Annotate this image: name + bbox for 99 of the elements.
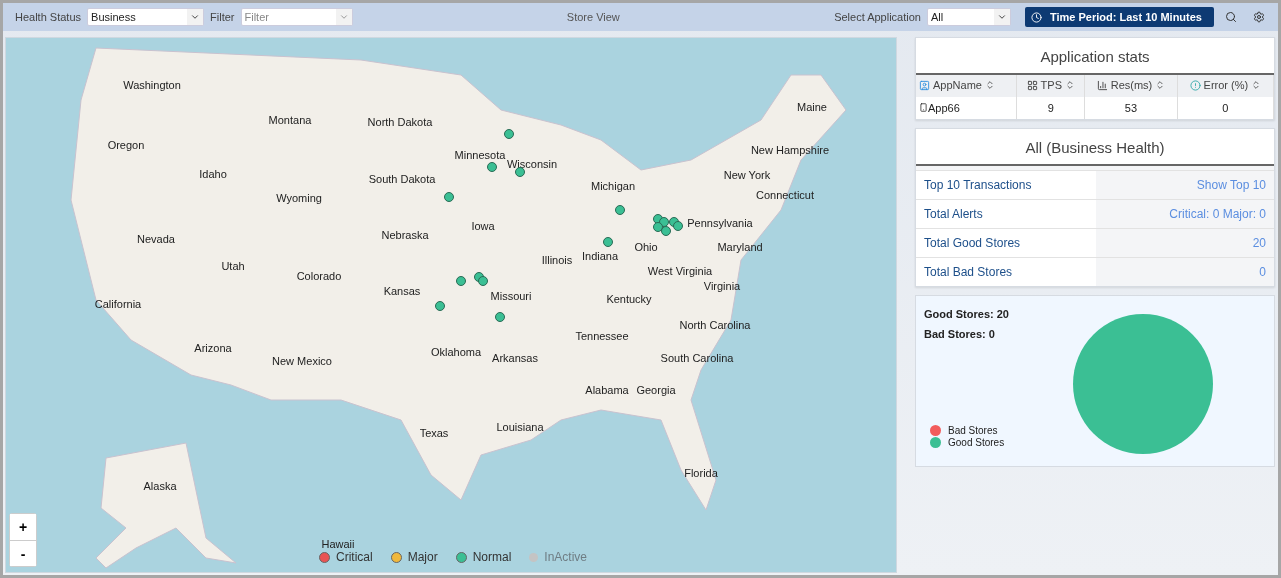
state-label: Arkansas: [492, 352, 538, 364]
state-label: Hawaii: [321, 538, 355, 550]
state-label: Alabama: [585, 384, 629, 396]
state-label: North Dakota: [367, 116, 433, 128]
state-label: Indiana: [581, 250, 619, 262]
state-label: Nevada: [137, 233, 175, 245]
state-label: Maryland: [717, 241, 763, 253]
health-status-select[interactable]: Business: [87, 8, 205, 26]
user-square-icon: [919, 79, 930, 91]
state-label: Texas: [419, 427, 449, 439]
column-header[interactable]: Error (%): [1177, 75, 1274, 97]
state-label: North Carolina: [679, 319, 751, 331]
state-label: Pennsylvania: [687, 217, 753, 229]
table-cell: 0: [1177, 96, 1274, 119]
store-marker[interactable]: [478, 276, 488, 286]
view-title: Store View: [566, 11, 620, 23]
state-label: New York: [723, 169, 771, 181]
clock-icon: [1031, 11, 1042, 23]
state-label: Georgia: [636, 384, 676, 396]
state-label: Minnesota: [454, 149, 506, 161]
row-label: Total Alerts: [923, 205, 984, 223]
state-label: Oklahoma: [430, 346, 482, 358]
legend-item[interactable]: Major: [390, 550, 438, 564]
state-label: Idaho: [199, 168, 227, 180]
row-label: Total Good Stores: [923, 234, 1022, 252]
state-label: New Hampshire: [750, 144, 830, 156]
store-marker[interactable]: [435, 301, 445, 311]
state-label: Kentucky: [606, 293, 652, 305]
chart-legend-label: Bad Stores: [948, 424, 998, 436]
store-marker[interactable]: [661, 226, 671, 236]
sort-icon[interactable]: [984, 80, 995, 90]
state-label: Alaska: [143, 480, 177, 492]
column-header[interactable]: Res(ms): [1084, 75, 1178, 97]
state-label: Utah: [221, 260, 245, 272]
row-label: Total Bad Stores: [923, 263, 1014, 281]
store-marker[interactable]: [495, 312, 505, 322]
store-marker[interactable]: [504, 129, 514, 139]
state-label: Iowa: [471, 220, 495, 232]
grid-icon: [1026, 79, 1038, 91]
state-label: Virginia: [703, 280, 741, 292]
state-label: Arizona: [194, 342, 232, 354]
state-label: Tennessee: [575, 330, 629, 342]
bar-chart-icon: [1096, 79, 1108, 91]
store-marker[interactable]: [603, 237, 613, 247]
state-label: Michigan: [591, 180, 635, 192]
table-cell: 9: [1016, 96, 1085, 119]
state-label: Colorado: [296, 270, 342, 282]
column-header[interactable]: TPS: [1016, 75, 1085, 97]
state-label: Illinois: [541, 254, 573, 266]
store-marker[interactable]: [515, 167, 525, 177]
state-label: Ohio: [634, 241, 658, 253]
select-application-label: Select Application: [834, 11, 921, 23]
state-label: Washington: [123, 79, 181, 91]
store-marker[interactable]: [673, 221, 683, 231]
state-label: South Dakota: [368, 173, 436, 185]
sort-icon[interactable]: [1065, 80, 1075, 90]
state-label: Oregon: [107, 139, 145, 151]
state-label: South Carolina: [660, 352, 734, 364]
state-label: California: [94, 298, 142, 310]
column-header[interactable]: AppName: [916, 75, 1017, 97]
state-label: Missouri: [490, 290, 532, 302]
state-label: Louisiana: [496, 421, 544, 433]
state-label: Wisconsin: [506, 158, 558, 170]
alert-icon: [1189, 79, 1201, 91]
phone-icon: [919, 102, 928, 112]
filter-select[interactable]: Filter: [240, 8, 353, 26]
legend-dot: [930, 436, 941, 448]
state-label: West Virginia: [647, 265, 713, 277]
state-label: Wyoming: [276, 192, 322, 204]
state-label: Kansas: [383, 285, 421, 297]
table-cell: 53: [1084, 96, 1178, 119]
caret-icon: [997, 12, 1007, 22]
state-label: Connecticut: [755, 189, 815, 201]
row-label: Top 10 Transactions: [923, 176, 1033, 194]
summary-text: Bad Stores: 0: [924, 327, 996, 340]
time-period-button[interactable]: Time Period: Last 10 Minutes: [1025, 7, 1214, 27]
chart-legend-label: Good Stores: [948, 436, 1005, 448]
store-marker[interactable]: [487, 162, 497, 172]
sort-icon[interactable]: [1251, 80, 1262, 90]
state-label: New Mexico: [272, 355, 332, 367]
state-label: Nebraska: [381, 229, 429, 241]
store-marker[interactable]: [444, 192, 454, 202]
legend-item[interactable]: Normal: [455, 550, 512, 564]
sort-icon[interactable]: [1155, 80, 1166, 90]
filter-label: Filter: [210, 11, 235, 23]
state-label: Florida: [684, 467, 718, 479]
summary-text: Good Stores: 20: [924, 307, 1010, 320]
store-marker[interactable]: [456, 276, 466, 286]
table-cell: App66: [916, 96, 1017, 119]
caret-icon: [338, 12, 349, 22]
legend-dot: [930, 424, 941, 436]
zoom-out-button[interactable]: -: [10, 540, 36, 566]
state-label: Maine: [797, 101, 827, 113]
legend-item[interactable]: Critical: [319, 550, 373, 564]
caret-icon: [190, 12, 201, 22]
store-marker[interactable]: [615, 205, 625, 215]
health-status-label: Health Status: [15, 11, 82, 23]
application-select[interactable]: All: [927, 8, 1011, 26]
state-label: Montana: [268, 114, 312, 126]
